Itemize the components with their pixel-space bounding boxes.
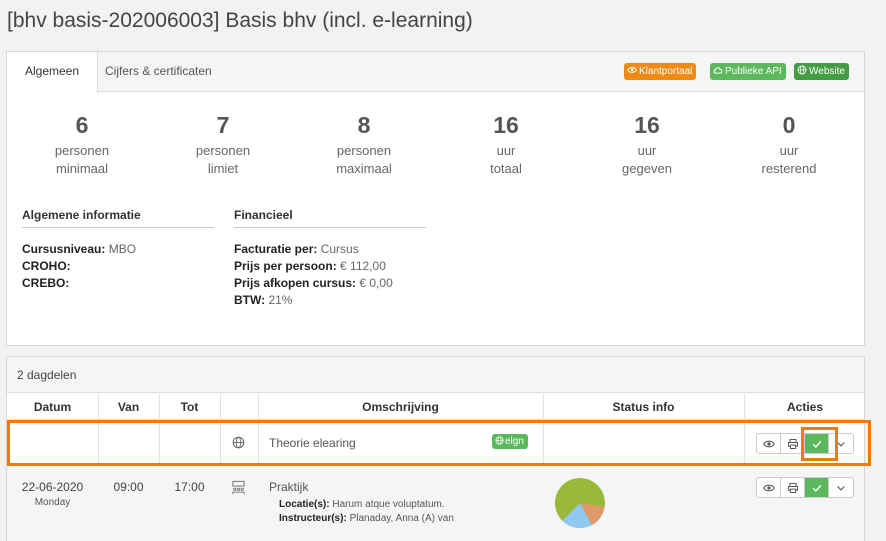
dagdeel-van: 09:00 <box>113 480 144 494</box>
stat-uur-resterend: 0 uur resterend <box>729 112 849 178</box>
column-header-status-info: Status info <box>612 400 675 414</box>
column-header-type <box>220 394 258 420</box>
stat-personen-maximaal: 8 personen maximaal <box>304 112 424 178</box>
stat-unit: personen <box>336 143 392 158</box>
eye-icon <box>762 484 775 491</box>
tab-algemeen[interactable]: Algemeen <box>7 52 98 93</box>
column-header-acties: Acties <box>786 400 824 414</box>
column-header-van: Van <box>117 400 140 414</box>
stat-unit: uur <box>779 143 799 158</box>
stat-value: 8 <box>357 112 371 138</box>
stat-label: resterend <box>761 161 817 176</box>
column-header-tot: Tot <box>180 400 199 414</box>
info-row-facturatie: Facturatie per: Cursus <box>234 242 359 256</box>
checkmark-icon <box>812 484 821 492</box>
status-pie-chart <box>554 477 605 528</box>
dagdeel-instructeur: Instructeur(s): Planaday, Anna (A) van <box>279 513 454 524</box>
financieel-section: Financieel Facturatie per: Cursus Prijs … <box>234 208 426 309</box>
stat-value: 6 <box>75 112 89 138</box>
cloud-icon <box>713 67 723 74</box>
confirm-button[interactable] <box>805 478 829 497</box>
eye-icon <box>627 67 637 73</box>
section-heading: Algemene informatie <box>22 208 214 228</box>
highlight-row-outline <box>7 420 871 466</box>
stat-unit: uur <box>496 143 516 158</box>
dagdeel-tot: 17:00 <box>174 480 205 494</box>
stat-label: limiet <box>207 161 239 176</box>
stat-value: 0 <box>782 112 796 138</box>
print-button[interactable] <box>781 478 805 497</box>
view-button[interactable] <box>757 478 781 497</box>
printer-icon <box>787 482 798 493</box>
website-button[interactable]: Website <box>794 63 849 80</box>
stat-personen-minimaal: 6 personen minimaal <box>22 112 142 178</box>
page-title: [bhv basis-202006003] Basis bhv (incl. e… <box>7 9 473 32</box>
stat-value: 7 <box>216 112 230 138</box>
klantportaal-button[interactable]: Klantportaal <box>624 63 697 80</box>
stat-uur-gegeven: 16 uur gegeven <box>587 112 707 178</box>
course-overview-panel: Algemeen Cijfers & certificaten Klantpor… <box>6 51 865 346</box>
dagdelen-heading: 2 dagdelen <box>7 357 864 393</box>
algemene-informatie-section: Algemene informatie Cursusniveau: MBO CR… <box>22 208 214 292</box>
dropdown-toggle[interactable] <box>829 478 853 497</box>
website-label: Website <box>809 66 845 77</box>
info-row-croho: CROHO: <box>22 259 71 273</box>
chevron-down-icon <box>837 485 845 491</box>
stat-value: 16 <box>634 112 660 138</box>
column-header-datum: Datum <box>33 400 72 414</box>
stat-value: 16 <box>493 112 519 138</box>
publieke-api-label: Publieke API <box>725 66 782 77</box>
tab-bar: Algemeen Cijfers & certificaten Klantpor… <box>7 52 864 93</box>
highlight-button-outline <box>801 427 838 461</box>
stat-unit: personen <box>54 143 110 158</box>
stat-uur-totaal: 16 uur totaal <box>446 112 566 178</box>
dagdeel-weekday: Monday <box>34 497 71 508</box>
info-row-cursusniveau: Cursusniveau: MBO <box>22 242 137 256</box>
dagdeel-title: Praktijk <box>269 480 309 494</box>
dagdeel-locatie: Locatie(s): Harum atque voluptatum. <box>279 499 445 510</box>
stat-label: maximaal <box>336 161 392 176</box>
klantportaal-label: Klantportaal <box>639 66 693 77</box>
table-header: Datum Van Tot Omschrijving Status info A… <box>7 394 864 420</box>
stat-unit: uur <box>637 143 657 158</box>
section-heading: Financieel <box>234 208 426 228</box>
stat-label: minimaal <box>55 161 108 176</box>
info-row-prijs-afkopen: Prijs afkopen cursus: € 0,00 <box>234 276 393 290</box>
row-actions <box>756 477 854 498</box>
stat-label: gegeven <box>622 161 672 176</box>
publieke-api-button[interactable]: Publieke API <box>710 63 786 80</box>
stat-unit: personen <box>195 143 251 158</box>
table-row: 22-06-2020 Monday 09:00 17:00 Praktijk L… <box>7 466 864 541</box>
stat-label: totaal <box>490 161 522 176</box>
dagdeel-date: 22-06-2020 <box>21 480 84 494</box>
classroom-icon <box>232 480 245 495</box>
info-row-prijs-per-persoon: Prijs per persoon: € 112,00 <box>234 259 386 273</box>
globe-icon <box>797 65 807 75</box>
stat-personen-limiet: 7 personen limiet <box>163 112 283 178</box>
tab-cijfers-certificaten[interactable]: Cijfers & certificaten <box>105 52 212 92</box>
info-row-btw: BTW: 21% <box>234 293 293 307</box>
info-row-crebo: CREBO: <box>22 276 70 290</box>
column-header-omschrijving: Omschrijving <box>362 400 439 414</box>
